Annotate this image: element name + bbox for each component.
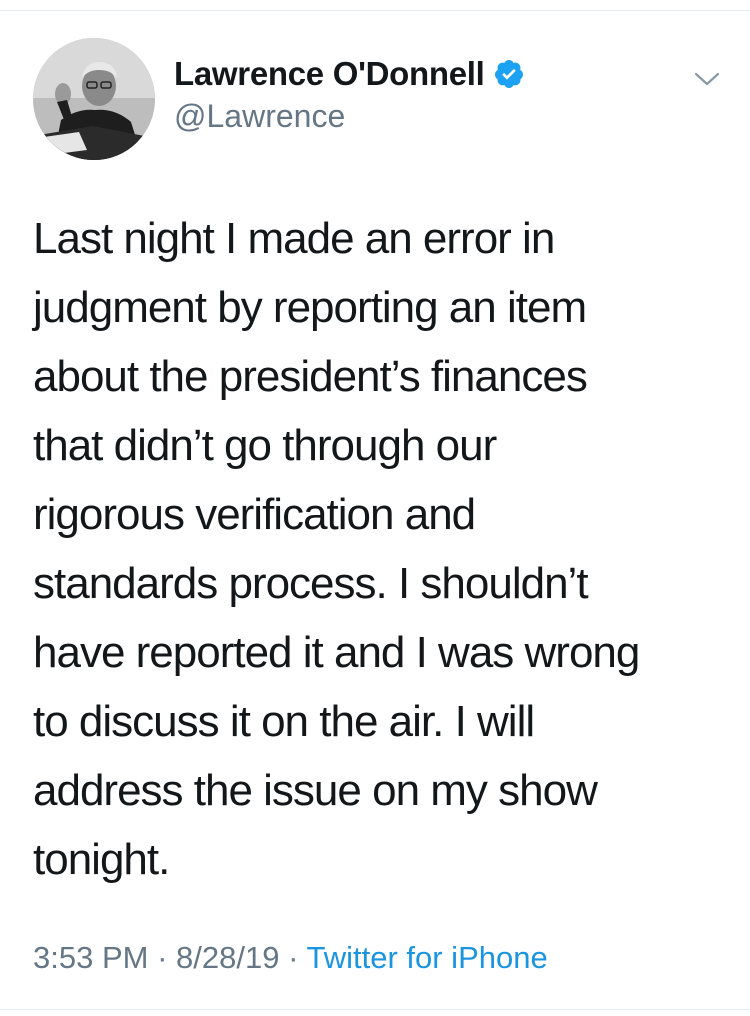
tweet-date[interactable]: 8/28/19 (176, 940, 279, 975)
bottom-divider (0, 1009, 750, 1016)
author-display-name[interactable]: Lawrence O'Donnell (174, 55, 485, 93)
tweet-text-line: about the president’s finances (33, 352, 588, 401)
tweet-text-line: standards process. I shouldn’t (33, 559, 589, 608)
author-name-row: Lawrence O'Donnell (174, 52, 525, 96)
tweet-time[interactable]: 3:53 PM (33, 940, 148, 975)
tweet-text-line: Last night I made an error in (33, 214, 555, 263)
avatar[interactable] (33, 38, 155, 160)
tweet-text-line: address the issue on my show (33, 766, 598, 815)
chevron-down-icon (694, 72, 720, 86)
tweet-text-line: tonight. (33, 835, 170, 884)
tweet-menu-button[interactable] (690, 62, 724, 96)
tweet-text-line: rigorous verification and (33, 490, 476, 539)
tweet-metadata: 3:53 PM · 8/28/19 · Twitter for iPhone (33, 940, 548, 976)
meta-separator: · (288, 940, 299, 975)
tweet-text-line: that didn’t go through our (33, 421, 497, 470)
avatar-photo-icon (33, 38, 155, 160)
tweet-text-line: have reported it and I was wrong (33, 628, 640, 677)
tweet-text-line: to discuss it on the air. I will (33, 697, 535, 746)
author-handle[interactable]: @Lawrence (174, 98, 525, 135)
verified-badge-icon (493, 58, 525, 90)
tweet-author[interactable]: Lawrence O'Donnell @Lawrence (174, 52, 525, 135)
tweet-source-link[interactable]: Twitter for iPhone (306, 940, 547, 975)
meta-separator: · (157, 940, 168, 975)
tweet-text: Last night I made an error in judgment b… (33, 204, 723, 894)
tweet-text-line: judgment by reporting an item (33, 283, 587, 332)
top-divider (0, 0, 750, 11)
